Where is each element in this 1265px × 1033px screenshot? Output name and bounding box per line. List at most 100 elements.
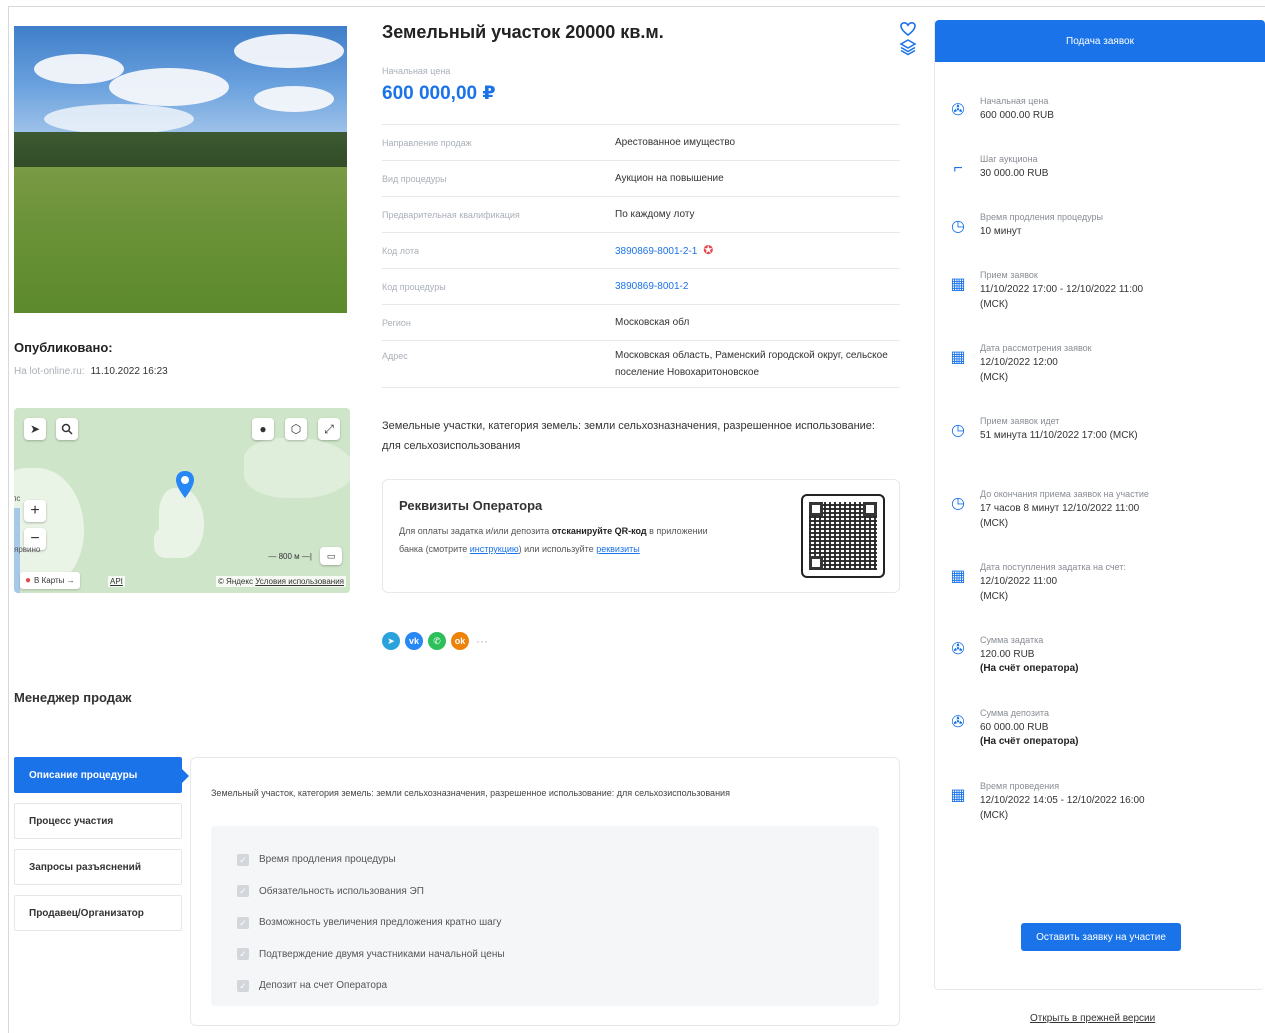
property-row: Адрес Московская область, Раменский горо… <box>382 340 900 388</box>
application-panel: Подача заявок ✇ Начальная цена 600 000.0… <box>934 20 1265 990</box>
detail-application-ongoing: ◷ Прием заявок идет 51 минута 11/10/2022… <box>947 414 1257 487</box>
detail-deposit-sum: ✇ Сумма депозита 60 000.00 RUB (На счёт … <box>947 706 1257 779</box>
detail-auction-time: ▦ Время проведения 12/10/2022 14:05 - 12… <box>947 779 1257 852</box>
detail-label: Начальная цена <box>980 96 1049 106</box>
clock-icon: ◷ <box>951 218 965 235</box>
map-zoom-in-button[interactable]: + <box>24 500 46 522</box>
map-search-button[interactable] <box>56 418 78 440</box>
detail-auction-step: ⌐ Шаг аукциона 30 000.00 RUB <box>947 152 1257 210</box>
open-in-maps-button[interactable]: ● В Карты → <box>20 572 80 589</box>
map-scale-label: 800 м <box>278 552 300 561</box>
calendar-icon: ▦ <box>950 568 966 585</box>
feature-checkbox: ✓ Обязательность использования ЭП <box>237 876 879 908</box>
property-row: Направление продаж Арестованное имуществ… <box>382 124 900 160</box>
operator-text-part: ) или используйте <box>518 544 597 554</box>
qr-code[interactable] <box>801 494 885 578</box>
detail-value: 51 минута 11/10/2022 17:00 (МСК) <box>980 430 1138 441</box>
detail-label: Сумма задатка <box>980 635 1044 645</box>
layers-icon: ● <box>259 422 267 436</box>
map-copyright-text: © Яндекс <box>217 577 253 586</box>
property-key: Регион <box>382 317 411 328</box>
map-layers-button[interactable]: ● <box>252 418 274 440</box>
published-line: На lot-online.ru: 11.10.2022 16:23 <box>14 366 168 377</box>
map-locate-button[interactable]: ➤ <box>24 418 46 440</box>
detail-extension-time: ◷ Время продления процедуры 10 минут <box>947 210 1257 268</box>
check-icon: ✓ <box>237 885 249 898</box>
operator-text: Для оплаты задатка и/или депозита отскан… <box>399 522 719 558</box>
map-fullscreen-button[interactable]: ⤢ <box>318 418 340 440</box>
property-key: Код процедуры <box>382 281 446 292</box>
lot-properties: Направление продаж Арестованное имуществ… <box>382 124 900 388</box>
detail-label: Прием заявок <box>980 270 1038 280</box>
operator-requisites-card: Реквизиты Оператора Для оплаты задатка и… <box>382 479 900 593</box>
detail-application-period: ▦ Прием заявок 11/10/2022 17:00 - 12/10/… <box>947 268 1257 341</box>
price-icon: ✇ <box>951 714 965 731</box>
check-icon: ✓ <box>237 948 249 961</box>
old-version-link[interactable]: Открыть в прежней версии <box>1030 1013 1155 1024</box>
detail-label: Время проведения <box>980 781 1060 791</box>
lot-code-link[interactable]: 3890869-8001-2-1 <box>615 246 697 257</box>
ruler-icon: ▭ <box>326 550 336 561</box>
cube-icon: ⬡ <box>290 422 302 436</box>
detail-label: Прием заявок идет <box>980 416 1060 426</box>
tab-procedure-description[interactable]: Описание процедуры <box>14 757 189 793</box>
map-area <box>244 438 350 498</box>
heart-icon[interactable] <box>899 20 917 38</box>
apply-button[interactable]: Оставить заявку на участие <box>1021 923 1181 951</box>
location-pin-icon: ● <box>25 575 32 586</box>
detail-deposit-amount: ✇ Сумма задатка 120.00 RUB (На счёт опер… <box>947 633 1257 706</box>
instruction-link[interactable]: инструкцию <box>470 544 519 554</box>
plus-icon: + <box>30 502 40 519</box>
tab-participation-process[interactable]: Процесс участия <box>14 803 182 839</box>
detail-label: Сумма депозита <box>980 708 1049 718</box>
odnoklassniki-icon[interactable]: ok <box>451 632 469 650</box>
detail-label: До окончания приема заявок на участие <box>980 489 1149 499</box>
map-api-link[interactable]: API <box>108 576 125 587</box>
feature-label: Депозит на счет Оператора <box>259 980 388 992</box>
whatsapp-icon[interactable]: ✆ <box>428 632 446 650</box>
detail-value: 60 000.00 RUB <box>980 722 1049 733</box>
detail-value: 10 минут <box>980 226 1022 237</box>
tab-clarification-requests[interactable]: Запросы разъяснений <box>14 849 182 885</box>
photo-cloud <box>254 86 334 112</box>
step-icon: ⌐ <box>953 160 963 177</box>
property-value: Московская обл <box>615 317 690 328</box>
published-date: 11.10.2022 16:23 <box>90 366 168 377</box>
calendar-icon: ▦ <box>950 349 966 366</box>
detail-deposit-date: ▦ Дата поступления задатка на счет: 12/1… <box>947 560 1257 633</box>
property-value: Аукцион на повышение <box>615 173 724 184</box>
map-area <box>154 528 184 558</box>
operator-text-bold: отсканируйте QR-код <box>551 526 647 536</box>
map-terms-link[interactable]: Условия использования <box>255 577 344 586</box>
calendar-icon: ▦ <box>950 787 966 804</box>
map[interactable]: ➤ ● ⬡ ⤢ + − пс ярвино — 800 м —| ▭ ● В К… <box>14 408 350 593</box>
price-icon: ✇ <box>951 641 965 658</box>
map-ruler-button[interactable]: ▭ <box>320 547 342 565</box>
detail-value: 12/10/2022 12:00 (МСК) <box>980 357 1058 383</box>
photo-cloud <box>109 68 229 106</box>
detail-label: Шаг аукциона <box>980 154 1038 164</box>
more-share-icon[interactable]: ··· <box>476 634 488 648</box>
manager-title: Менеджер продаж <box>14 690 132 705</box>
map-place-label: ярвино <box>14 545 41 554</box>
feature-checkbox: ✓ Депозит на счет Оператора <box>237 970 879 1002</box>
tab-seller-organizer[interactable]: Продавец/Организатор <box>14 895 182 931</box>
published-title: Опубликовано: <box>14 340 113 355</box>
layers-stack-icon[interactable] <box>899 38 917 56</box>
operator-title: Реквизиты Оператора <box>399 498 543 513</box>
price-icon: ✇ <box>951 102 965 119</box>
detail-value: 600 000.00 RUB <box>980 110 1054 121</box>
procedure-tabs: Описание процедуры Процесс участия Запро… <box>14 757 189 941</box>
procedure-code-link[interactable]: 3890869-8001-2 <box>615 278 900 295</box>
lot-photo[interactable] <box>14 26 347 313</box>
lot-title: Земельный участок 20000 кв.м. <box>382 22 664 42</box>
qr-finder <box>809 556 823 570</box>
map-pin-icon[interactable] <box>174 470 196 500</box>
property-key: Код лота <box>382 245 419 256</box>
vk-icon[interactable]: vk <box>405 632 423 650</box>
requisites-link[interactable]: реквизиты <box>596 544 640 554</box>
detail-value: 12/10/2022 14:05 - 12/10/2022 16:00 (МСК… <box>980 795 1145 821</box>
feature-label: Время продления процедуры <box>259 854 396 866</box>
telegram-icon[interactable]: ➤ <box>382 632 400 650</box>
map-3d-button[interactable]: ⬡ <box>285 418 307 440</box>
